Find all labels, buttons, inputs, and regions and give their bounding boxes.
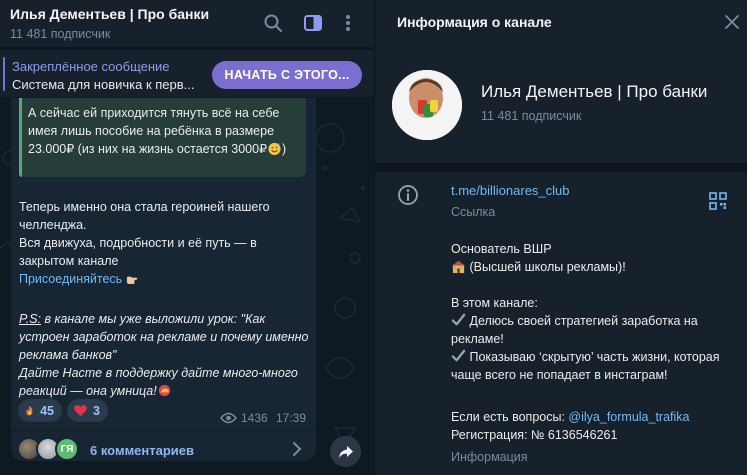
message-line: челленджа.: [19, 218, 87, 232]
quote-text: А сейчас ей приходится тянуть всё на себ…: [28, 104, 300, 158]
check-mark-icon: [451, 349, 466, 362]
reaction-count: 45: [40, 403, 54, 418]
close-icon[interactable]: [725, 15, 739, 29]
eye-icon: [220, 412, 237, 424]
description-school: (Высшей школы рекламы)!: [451, 258, 733, 276]
pinned-text: Система для новичка к перв...: [12, 77, 195, 92]
fire-emoji-icon: [26, 405, 33, 416]
pointing-hand-emoji-icon: [126, 276, 137, 285]
description-bullet-2: Показываю ‘скрытую’ часть жизни, которая…: [451, 348, 733, 384]
description-registration: Регистрация: № 6136546261: [451, 428, 618, 442]
ps-prefix: P.S:: [19, 312, 42, 326]
description-school-text: (Высшей школы рекламы)!: [466, 260, 626, 274]
quote-body: А сейчас ей приходится тянуть всё на себ…: [28, 106, 280, 156]
pinned-label: Закреплённое сообщение: [12, 59, 170, 74]
quote-indicator: [19, 98, 22, 177]
message-paragraph-1: Теперь именно она стала героиней нашего …: [19, 198, 311, 288]
channel-info-panel: Информация о канале Илья Дементьев | Про…: [375, 0, 747, 475]
description-in-channel: В этом канале:: [451, 296, 538, 310]
search-icon[interactable]: [262, 12, 284, 34]
chat-subscriber-count: 11 481 подписчик: [10, 27, 111, 41]
channel-link[interactable]: t.me/billionares_club: [451, 183, 570, 198]
contact-username-link[interactable]: @ilya_formula_trafika: [568, 410, 689, 424]
section-separator: [375, 163, 747, 172]
quote-end: ): [282, 142, 287, 156]
description-bullet-1: Делюсь своей стратегией заработка на рек…: [451, 312, 733, 348]
join-link[interactable]: Присоединяйтесь: [19, 272, 122, 286]
pinned-indicator: [3, 57, 5, 91]
reaction-fire[interactable]: 45: [18, 399, 62, 422]
chat-header: Илья Дементьев | Про банки 11 481 подпис…: [0, 0, 374, 47]
reaction-count: 3: [93, 403, 100, 418]
description-questions-text: Если есть вопросы:: [451, 410, 569, 424]
message-line: Вся движуха, подробности и её путь — в з…: [19, 236, 257, 268]
share-button[interactable]: [330, 436, 361, 467]
check-mark-icon: [451, 313, 466, 326]
channel-avatar-image: [392, 70, 462, 140]
reaction-heart[interactable]: 3: [67, 399, 108, 422]
chevron-right-icon[interactable]: [290, 441, 304, 457]
chat-title[interactable]: Илья Дементьев | Про банки: [10, 6, 209, 22]
chat-column: Илья Дементьев | Про банки 11 481 подпис…: [0, 0, 374, 475]
channel-avatar[interactable]: [392, 70, 462, 140]
ps-text: в канале мы уже выложили урок: "Как устр…: [19, 312, 309, 362]
view-count: 1436: [220, 411, 268, 425]
qr-code-icon[interactable]: [709, 192, 727, 210]
start-here-button[interactable]: НАЧАТЬ С ЭТОГО...: [212, 61, 362, 89]
description-founder: Основатель ВШР: [451, 242, 552, 256]
message-line: Теперь именно она стала героиней нашего: [19, 200, 270, 214]
message-paragraph-2: P.S: в канале мы уже выложили урок: "Как…: [19, 310, 311, 400]
info-panel-title: Информация о канале: [397, 14, 552, 30]
more-options-icon[interactable]: [337, 12, 359, 34]
views-value: 1436: [241, 411, 268, 425]
description-bullet-2-text: Показываю ‘скрытую’ часть жизни, которая…: [451, 350, 720, 382]
comments-link[interactable]: 6 комментариев: [90, 443, 194, 458]
description-questions: Если есть вопросы: @ilya_formula_trafika: [451, 408, 733, 426]
sweat-smile-emoji-icon: [268, 142, 281, 156]
flexed-biceps-emoji-icon: [158, 384, 170, 397]
channel-subscriber-count: 11 481 подписчик: [481, 109, 582, 123]
sidebar-toggle-icon[interactable]: [302, 12, 324, 34]
post-time: 17:39: [276, 411, 307, 425]
description-label: Информация: [451, 450, 528, 464]
heart-emoji-icon: [74, 405, 87, 417]
channel-link-label: Ссылка: [451, 205, 496, 219]
info-icon: [398, 185, 418, 205]
commenter-avatar: ГЯ: [55, 437, 79, 461]
share-arrow-icon: [338, 445, 353, 458]
description-bullet-1-text: Делюсь своей стратегией заработка на рек…: [451, 314, 698, 346]
channel-name: Илья Дементьев | Про банки: [481, 82, 708, 101]
school-building-emoji-icon: [451, 260, 466, 274]
